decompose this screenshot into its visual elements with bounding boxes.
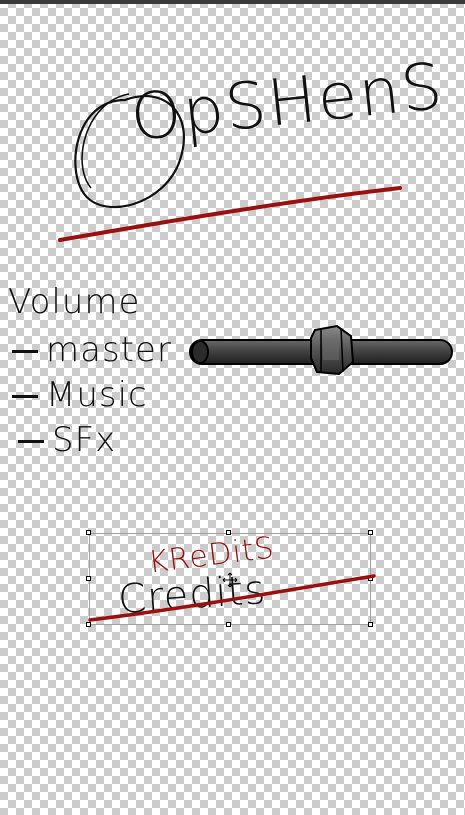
resize-handle-top-left[interactable] [86, 530, 91, 535]
slider-track-end [191, 340, 209, 364]
menu-item-master[interactable]: master [12, 330, 172, 370]
slider-knob[interactable] [310, 324, 355, 376]
resize-handle-top-center[interactable] [226, 530, 231, 535]
title-underline [58, 186, 402, 242]
volume-heading: Volume [8, 282, 141, 322]
menu-item-sfx[interactable]: SFx [18, 420, 116, 460]
resize-handle-top-right[interactable] [368, 530, 373, 535]
master-volume-slider[interactable] [186, 322, 456, 378]
menu-item-sfx-label: SFx [52, 420, 117, 460]
title-o-stroke-2 [81, 93, 130, 189]
dash-icon [12, 350, 38, 353]
menu-item-music[interactable]: Music [12, 375, 148, 415]
window-top-edge [0, 0, 465, 4]
dash-icon [18, 440, 44, 443]
menu-item-master-label: master [46, 330, 172, 370]
menu-item-music-label: Music [46, 375, 148, 415]
move-cursor-icon [222, 572, 238, 588]
dash-icon [12, 395, 38, 398]
